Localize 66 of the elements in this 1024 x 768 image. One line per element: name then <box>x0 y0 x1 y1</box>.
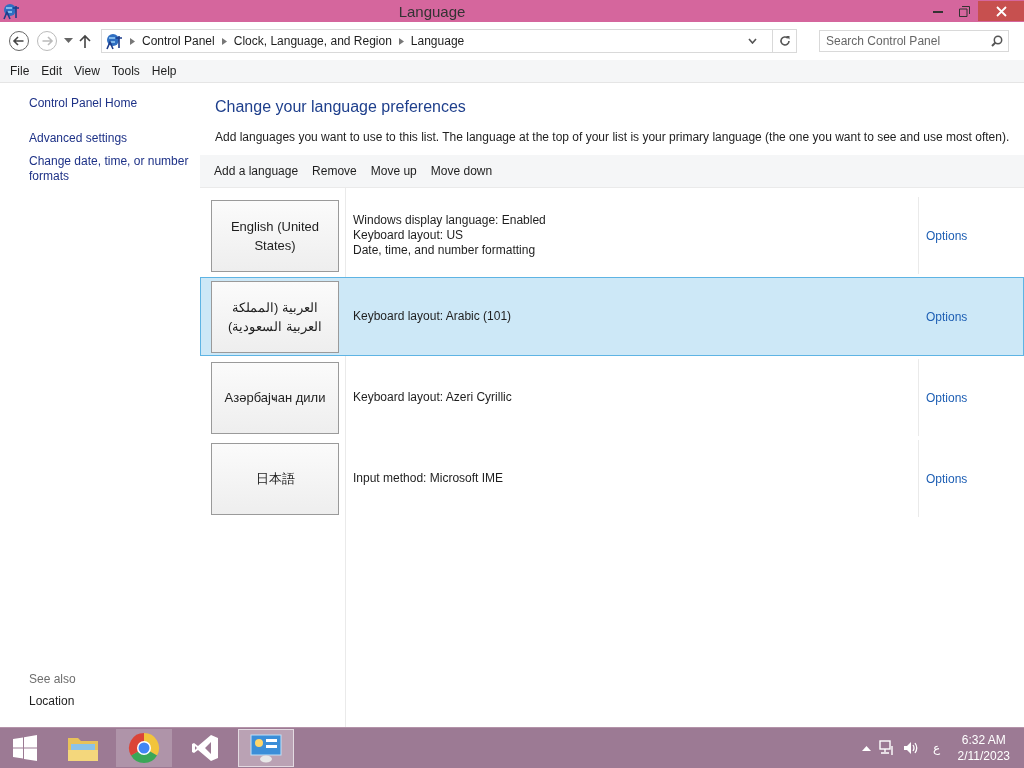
infinity-loop-icon <box>190 733 220 763</box>
language-tile[interactable]: English (United States) <box>211 199 339 272</box>
close-icon <box>995 5 1007 17</box>
sidebar-link[interactable]: Location <box>29 694 194 709</box>
recent-pages-dropdown[interactable] <box>64 38 73 44</box>
page-heading: Change your language preferences <box>215 98 467 116</box>
breadcrumb-item[interactable]: Clock, Language, and Region <box>233 34 392 48</box>
language-globe-icon <box>105 32 123 50</box>
language-tile[interactable]: العربية (المملكة العربية السعودية) <box>211 280 339 353</box>
options-link[interactable]: Options <box>926 309 968 324</box>
menu-item[interactable]: Help <box>145 64 183 78</box>
language-detail: Input method: Microsoft IME <box>353 471 505 486</box>
chevron-down-icon <box>748 38 757 44</box>
language-globe-icon <box>2 2 20 20</box>
refresh-icon <box>778 35 791 47</box>
language-detail: Keyboard layout: Azeri Cyrillic <box>353 390 513 405</box>
language-detail: Windows display language: Enabled <box>353 213 547 228</box>
caret-up-icon[interactable] <box>861 745 871 751</box>
menu-item[interactable]: View <box>68 64 106 78</box>
search-icon <box>991 35 1003 47</box>
toolbar-button[interactable]: Move down <box>423 164 500 178</box>
speaker-icon[interactable] <box>902 740 919 756</box>
chevron-icon <box>398 37 404 45</box>
see-also-heading: See also <box>29 672 77 686</box>
clock[interactable]: 6:32 AM 2/11/2023 <box>957 732 1010 764</box>
control-panel-icon <box>249 733 283 763</box>
close-button[interactable] <box>978 1 1024 21</box>
breadcrumb-item[interactable]: Control Panel <box>142 34 215 48</box>
menu-item[interactable]: File <box>4 64 36 78</box>
language-detail: Keyboard layout: US <box>353 228 465 243</box>
forward-button[interactable] <box>36 30 58 52</box>
toolbar-button[interactable]: Move up <box>363 164 424 178</box>
language-row[interactable]: English (United States) Windows display language: Enabled Keyboard layout: US Date, time, and number formatting Options <box>200 196 1024 275</box>
language-detail: Keyboard layout: Arabic (101) <box>353 309 513 324</box>
browser-icon <box>128 732 160 764</box>
options-link[interactable]: Options <box>926 390 968 405</box>
language-tile[interactable]: 日本語 <box>211 442 339 515</box>
chevron-icon <box>221 37 227 45</box>
options-link[interactable]: Options <box>926 471 968 486</box>
restore-icon <box>959 5 970 17</box>
input-language-indicator[interactable]: ع <box>932 741 940 755</box>
language-tile[interactable]: Азәрбајҹан дили <box>211 361 339 434</box>
back-button[interactable] <box>8 30 30 52</box>
taskbar-button[interactable] <box>238 729 294 767</box>
sidebar-link[interactable]: Change date, time, or number formats <box>29 154 194 184</box>
menu-item[interactable]: Tools <box>105 64 146 78</box>
toolbar-button[interactable]: Remove <box>305 164 364 178</box>
language-detail: Date, time, and number formatting <box>353 243 537 258</box>
menu-item[interactable]: Edit <box>35 64 69 78</box>
window-title: Language <box>397 2 467 20</box>
description-text: Add languages you want to use to this list. The language at the top of your list is your primary language (the one you want to see and use most often). <box>215 130 1011 145</box>
taskbar-button[interactable] <box>116 729 172 767</box>
address-field[interactable]: Control Panel Clock, Language, and Region Language <box>101 29 797 53</box>
chevron-icon <box>130 37 135 45</box>
language-row[interactable]: Азәрбајҹан дили Keyboard layout: Azeri Cyrillic Options <box>200 358 1024 437</box>
language-row[interactable]: 日本語 Input method: Microsoft IME Options <box>200 439 1024 518</box>
up-button[interactable] <box>79 34 91 48</box>
search-field[interactable]: Search Control Panel <box>819 30 1009 52</box>
minimize-icon <box>932 9 943 13</box>
breadcrumb-item[interactable]: Language <box>410 34 465 48</box>
options-link[interactable]: Options <box>926 228 968 243</box>
network-icon[interactable] <box>878 740 895 756</box>
sidebar-link[interactable]: Control Panel Home <box>29 96 194 111</box>
toolbar-button[interactable]: Add a language <box>207 164 306 178</box>
sidebar-link[interactable]: Advanced settings <box>29 131 194 146</box>
windows-icon <box>12 735 38 761</box>
